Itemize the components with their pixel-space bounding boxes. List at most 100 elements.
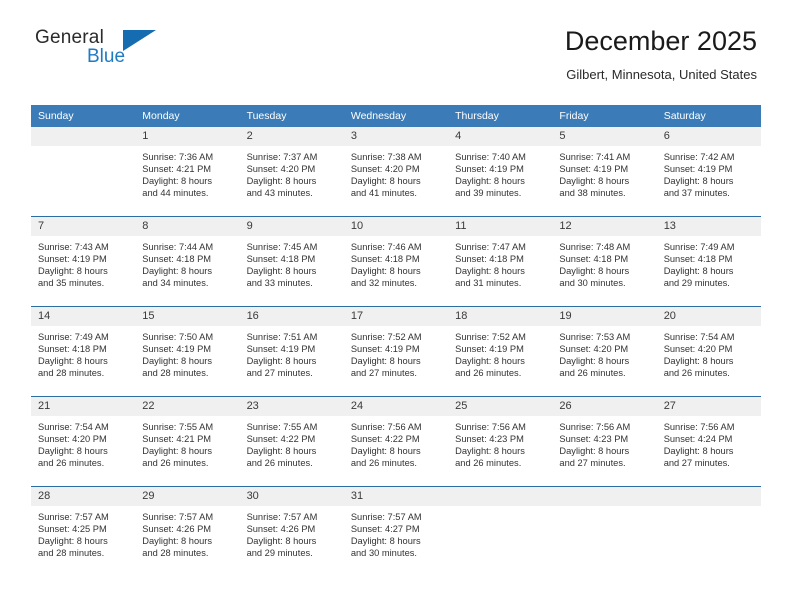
calendar-day-cell[interactable]: 5 Sunrise: 7:41 AM Sunset: 4:19 PM Daylight… — [552, 127, 657, 217]
day-info-line: and 29 minutes. — [246, 548, 313, 559]
calendar-day-cell[interactable]: 13 Sunrise: 7:49 AM Sunset: 4:18 PM Dayligh… — [656, 216, 761, 307]
day-box: 18 Sunrise: 7:52 AM Sunset: 4:19 PM Dayligh… — [448, 307, 553, 396]
day-info-line: Sunset: 4:22 PM — [350, 434, 420, 445]
calendar-day-cell[interactable]: 9 Sunrise: 7:45 AM Sunset: 4:18 PM Daylight… — [239, 216, 344, 307]
calendar-day-cell[interactable]: 26 Sunrise: 7:56 AM Sunset: 4:23 PM Dayligh… — [552, 396, 657, 487]
day-info-line: and 26 minutes. — [38, 458, 105, 469]
day-info-line: Sunset: 4:18 PM — [559, 254, 629, 265]
day-box: 2 Sunrise: 7:37 AM Sunset: 4:20 PM Daylight… — [239, 127, 344, 216]
calendar-day-cell[interactable]: 17 Sunrise: 7:52 AM Sunset: 4:19 PM Dayligh… — [343, 306, 449, 397]
day-box: 10 Sunrise: 7:46 AM Sunset: 4:18 PM Dayligh… — [343, 217, 449, 306]
day-info-line: Daylight: 8 hours — [142, 176, 213, 187]
calendar-day-cell[interactable]: 18 Sunrise: 7:52 AM Sunset: 4:19 PM Dayligh… — [448, 306, 553, 397]
calendar-day-cell[interactable]: 15 Sunrise: 7:50 AM Sunset: 4:19 PM Dayligh… — [135, 306, 240, 397]
calendar-day-cell[interactable]: 27 Sunrise: 7:56 AM Sunset: 4:24 PM Dayligh… — [656, 396, 761, 487]
day-info-line: Sunset: 4:19 PM — [142, 344, 212, 355]
day-number: 25 — [448, 397, 553, 416]
day-box — [31, 127, 136, 216]
calendar-day-cell[interactable]: 24 Sunrise: 7:56 AM Sunset: 4:22 PM Dayligh… — [343, 396, 449, 487]
day-info-line: Sunrise: 7:45 AM — [246, 242, 318, 252]
day-number: 17 — [343, 307, 449, 326]
day-sun-info: Sunrise: 7:48 AM Sunset: 4:18 PM Daylight:… — [552, 236, 656, 289]
day-info-line: Daylight: 8 hours — [350, 176, 421, 187]
day-info-line: Daylight: 8 hours — [38, 266, 108, 277]
day-box: 4 Sunrise: 7:40 AM Sunset: 4:19 PM Daylight… — [448, 127, 553, 216]
day-number: 28 — [31, 487, 136, 506]
calendar-day-cell[interactable]: 21 Sunrise: 7:54 AM Sunset: 4:20 PM Dayligh… — [31, 396, 136, 487]
day-box: 6 Sunrise: 7:42 AM Sunset: 4:19 PM Daylight… — [656, 127, 761, 216]
day-info-line: Sunset: 4:19 PM — [663, 164, 733, 175]
page-title: December 2025 — [564, 26, 757, 56]
day-number: 1 — [135, 127, 240, 146]
day-info-line: Sunset: 4:26 PM — [246, 524, 316, 535]
day-info-line: and 26 minutes. — [455, 368, 522, 379]
calendar-day-cell[interactable]: 12 Sunrise: 7:48 AM Sunset: 4:18 PM Dayligh… — [552, 216, 657, 307]
calendar-day-cell[interactable]: 20 Sunrise: 7:54 AM Sunset: 4:20 PM Dayligh… — [656, 306, 761, 397]
calendar-day-cell[interactable]: 3 Sunrise: 7:38 AM Sunset: 4:20 PM Daylight… — [343, 127, 449, 217]
calendar-day-cell[interactable]: 4 Sunrise: 7:40 AM Sunset: 4:19 PM Daylight… — [448, 127, 553, 217]
day-info-line: Daylight: 8 hours — [455, 446, 525, 457]
day-info-line: Daylight: 8 hours — [559, 356, 630, 367]
day-info-line: Sunset: 4:18 PM — [142, 254, 212, 265]
day-info-line: Sunrise: 7:54 AM — [663, 332, 735, 342]
day-info-line: Daylight: 8 hours — [559, 176, 630, 187]
calendar-day-cell[interactable]: 23 Sunrise: 7:55 AM Sunset: 4:22 PM Dayligh… — [239, 396, 344, 487]
calendar-day-cell[interactable]: 19 Sunrise: 7:53 AM Sunset: 4:20 PM Dayligh… — [552, 306, 657, 397]
day-info-line: Sunrise: 7:49 AM — [38, 332, 109, 342]
calendar-day-cell[interactable]: 7 Sunrise: 7:43 AM Sunset: 4:19 PM Daylight… — [31, 216, 136, 307]
calendar-week-row: 1 Sunrise: 7:36 AM Sunset: 4:21 PM Daylight… — [31, 127, 761, 217]
calendar-day-cell[interactable]: 25 Sunrise: 7:56 AM Sunset: 4:23 PM Dayligh… — [448, 396, 553, 487]
day-sun-info: Sunrise: 7:42 AM Sunset: 4:19 PM Daylight:… — [657, 146, 761, 199]
calendar-day-cell[interactable]: 30 Sunrise: 7:57 AM Sunset: 4:26 PM Dayligh… — [239, 486, 344, 576]
day-info-line: and 44 minutes. — [142, 188, 209, 199]
day-info-line: Sunrise: 7:47 AM — [455, 242, 526, 252]
day-info-line: Daylight: 8 hours — [38, 446, 108, 457]
calendar-day-cell[interactable]: 6 Sunrise: 7:42 AM Sunset: 4:19 PM Daylight… — [656, 127, 761, 217]
day-box: 8 Sunrise: 7:44 AM Sunset: 4:18 PM Daylight… — [135, 217, 240, 306]
day-sun-info: Sunrise: 7:57 AM Sunset: 4:26 PM Daylight:… — [135, 506, 239, 559]
day-sun-info: Sunrise: 7:44 AM Sunset: 4:18 PM Daylight:… — [135, 236, 239, 289]
calendar-day-cell[interactable]: 14 Sunrise: 7:49 AM Sunset: 4:18 PM Dayligh… — [31, 306, 136, 397]
day-info-line: and 28 minutes. — [142, 548, 209, 559]
calendar-day-cell[interactable]: 8 Sunrise: 7:44 AM Sunset: 4:18 PM Daylight… — [135, 216, 240, 307]
calendar-day-cell[interactable]: 31 Sunrise: 7:57 AM Sunset: 4:27 PM Dayligh… — [343, 486, 449, 576]
day-info-line: Sunset: 4:18 PM — [663, 254, 733, 265]
calendar-page: General Blue December 2025 Gilbert, Minn… — [0, 0, 792, 612]
day-info-line: Daylight: 8 hours — [246, 356, 317, 367]
calendar-day-cell[interactable]: 10 Sunrise: 7:46 AM Sunset: 4:18 PM Dayligh… — [343, 216, 449, 307]
calendar-day-cell[interactable]: 2 Sunrise: 7:37 AM Sunset: 4:20 PM Daylight… — [239, 127, 344, 217]
day-info-line: Sunrise: 7:42 AM — [663, 152, 735, 162]
day-info-line: Daylight: 8 hours — [455, 266, 525, 277]
calendar-day-cell[interactable]: 28 Sunrise: 7:57 AM Sunset: 4:25 PM Dayligh… — [31, 486, 136, 576]
day-info-line: Sunset: 4:23 PM — [455, 434, 524, 445]
day-sun-info: Sunrise: 7:50 AM Sunset: 4:19 PM Daylight:… — [135, 326, 239, 379]
day-info-line: Sunrise: 7:41 AM — [559, 152, 631, 162]
day-info-line: Sunrise: 7:53 AM — [559, 332, 631, 342]
day-info-line: and 26 minutes. — [350, 458, 417, 469]
day-sun-info: Sunrise: 7:56 AM Sunset: 4:24 PM Daylight:… — [657, 416, 761, 469]
day-info-line: Daylight: 8 hours — [142, 446, 213, 457]
day-info-line: Daylight: 8 hours — [663, 446, 734, 457]
day-info-line: Daylight: 8 hours — [350, 266, 421, 277]
weekday-header-monday: Monday — [135, 105, 240, 127]
day-info-line: and 31 minutes. — [455, 278, 522, 289]
page-subtitle: Gilbert, Minnesota, United States — [566, 67, 757, 82]
day-sun-info: Sunrise: 7:55 AM Sunset: 4:21 PM Daylight:… — [135, 416, 239, 469]
calendar-day-cell[interactable]: 1 Sunrise: 7:36 AM Sunset: 4:21 PM Daylight… — [135, 127, 240, 217]
calendar-day-cell[interactable]: 29 Sunrise: 7:57 AM Sunset: 4:26 PM Dayligh… — [135, 486, 240, 576]
weekday-header-sunday: Sunday — [31, 105, 136, 127]
day-info-line: Sunrise: 7:46 AM — [350, 242, 422, 252]
day-info-line: Sunset: 4:19 PM — [350, 344, 420, 355]
day-info-line: Daylight: 8 hours — [663, 266, 734, 277]
day-number: 4 — [448, 127, 553, 146]
day-info-line: Sunset: 4:18 PM — [38, 344, 107, 355]
day-number: 23 — [239, 397, 344, 416]
day-info-line: and 26 minutes. — [559, 368, 626, 379]
calendar-day-cell[interactable]: 22 Sunrise: 7:55 AM Sunset: 4:21 PM Dayligh… — [135, 396, 240, 487]
general-blue-logo[interactable]: General Blue — [35, 28, 185, 78]
calendar-day-cell[interactable]: 11 Sunrise: 7:47 AM Sunset: 4:18 PM Dayligh… — [448, 216, 553, 307]
day-number: 5 — [552, 127, 657, 146]
day-sun-info: Sunrise: 7:56 AM Sunset: 4:22 PM Daylight:… — [344, 416, 448, 469]
calendar-day-cell[interactable]: 16 Sunrise: 7:51 AM Sunset: 4:19 PM Dayligh… — [239, 306, 344, 397]
day-info-line: and 26 minutes. — [455, 458, 522, 469]
